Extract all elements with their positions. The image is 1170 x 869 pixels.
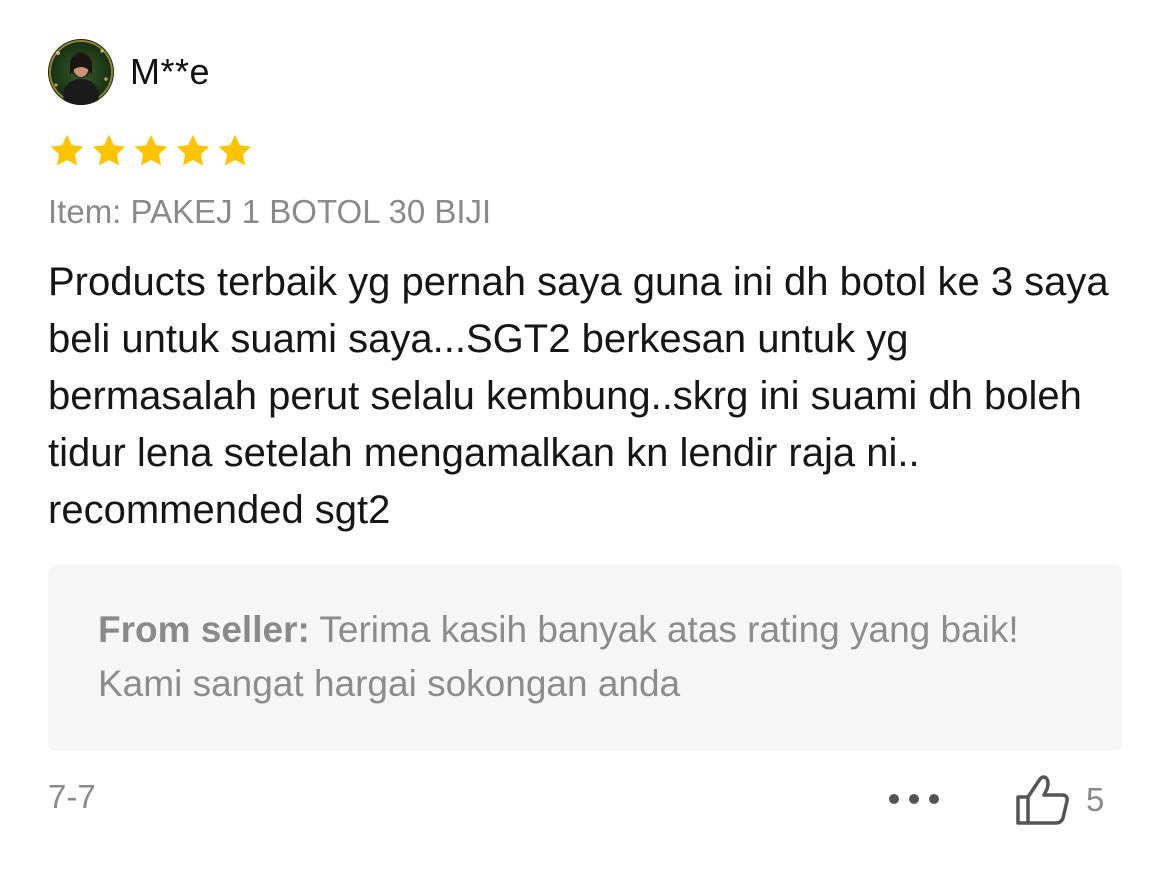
more-options-button[interactable] bbox=[884, 784, 944, 814]
username: M**e bbox=[130, 51, 211, 92]
avatar[interactable] bbox=[48, 39, 114, 105]
more-dots-icon bbox=[889, 794, 939, 804]
star-icon bbox=[174, 132, 212, 172]
review-header: M**e bbox=[48, 38, 1122, 106]
review-date: 7-7 bbox=[48, 778, 96, 815]
seller-reply: From seller: Terima kasih banyak atas ra… bbox=[48, 565, 1122, 751]
review-card: M**e Item: PAKEJ 1 BOTOL 30 BIJI Product… bbox=[48, 38, 1122, 751]
item-variant: Item: PAKEJ 1 BOTOL 30 BIJI bbox=[48, 193, 492, 230]
like-count: 5 bbox=[1086, 781, 1105, 818]
star-rating bbox=[48, 132, 1122, 172]
review-text: Products terbaik yg pernah saya guna ini… bbox=[48, 260, 1109, 532]
review-footer: 7-7 5 bbox=[48, 772, 1122, 828]
thumbs-up-icon bbox=[1016, 775, 1069, 825]
star-icon bbox=[90, 132, 128, 172]
star-icon bbox=[132, 132, 170, 172]
star-icon bbox=[48, 132, 86, 172]
seller-reply-label: From seller: bbox=[98, 609, 310, 650]
avatar-image bbox=[48, 39, 114, 105]
star-icon bbox=[216, 132, 254, 172]
like-button[interactable]: 5 bbox=[1014, 772, 1104, 828]
